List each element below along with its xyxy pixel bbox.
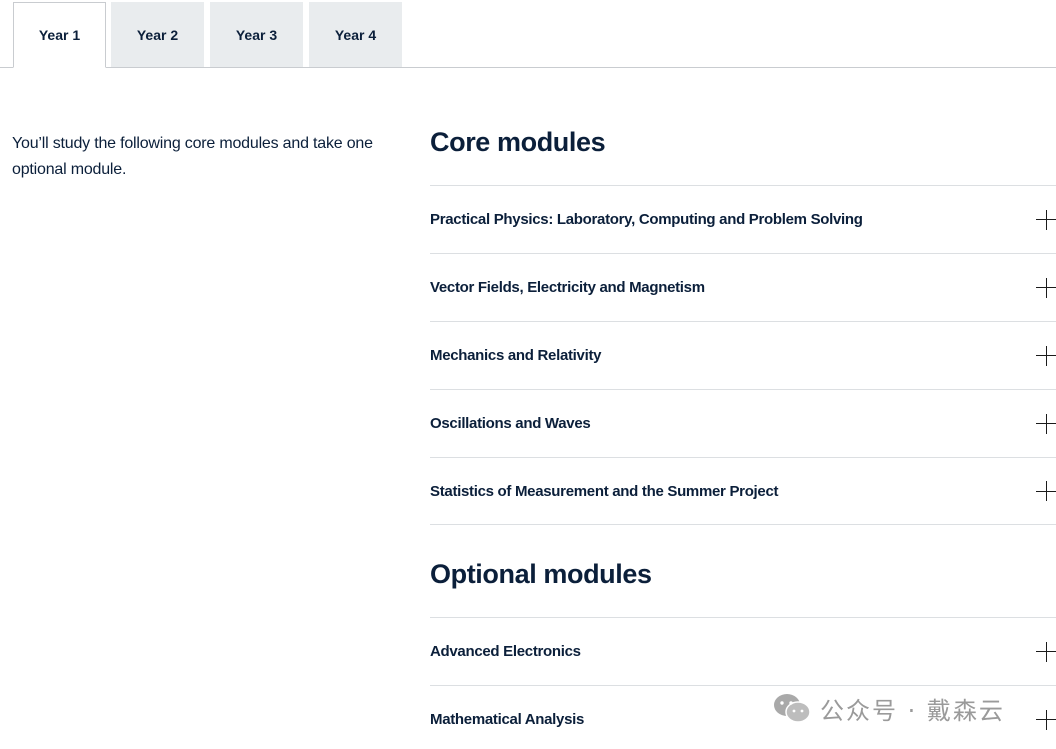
- core-module-item[interactable]: Vector Fields, Electricity and Magnetism: [430, 253, 1056, 321]
- core-module-item[interactable]: Mechanics and Relativity: [430, 321, 1056, 389]
- module-title: Statistics of Measurement and the Summer…: [430, 482, 779, 500]
- tab-year-4[interactable]: Year 4: [309, 2, 402, 67]
- module-title: Mathematical Analysis: [430, 711, 585, 728]
- plus-icon[interactable]: [1036, 277, 1056, 298]
- year-tabs: Year 1 Year 2 Year 3 Year 4: [0, 0, 1056, 68]
- module-title: Oscillations and Waves: [430, 415, 591, 432]
- core-module-item[interactable]: Practical Physics: Laboratory, Computing…: [430, 185, 1056, 253]
- plus-icon[interactable]: [1036, 709, 1056, 730]
- core-module-item[interactable]: Oscillations and Waves: [430, 389, 1056, 457]
- optional-module-item[interactable]: Advanced Electronics: [430, 617, 1056, 685]
- module-title: Mechanics and Relativity: [430, 347, 602, 364]
- tab-year-1[interactable]: Year 1: [13, 2, 106, 68]
- module-title: Vector Fields, Electricity and Magnetism: [430, 279, 705, 296]
- plus-icon[interactable]: [1036, 641, 1056, 662]
- plus-icon[interactable]: [1036, 481, 1056, 501]
- tab-year-2[interactable]: Year 2: [111, 2, 204, 67]
- module-title: Advanced Electronics: [430, 643, 581, 660]
- watermark-text: 公众号 · 戴森云: [820, 696, 1005, 725]
- plus-icon[interactable]: [1036, 209, 1056, 230]
- core-modules-accordion: Practical Physics: Laboratory, Computing…: [430, 185, 1056, 525]
- module-title: Practical Physics: Laboratory, Computing…: [430, 211, 863, 228]
- core-module-item[interactable]: Statistics of Measurement and the Summer…: [430, 457, 1056, 525]
- tab-year-3[interactable]: Year 3: [210, 2, 303, 67]
- optional-modules-accordion: Advanced Electronics Mathematical Analys…: [430, 617, 1056, 749]
- intro-text: You’ll study the following core modules …: [12, 135, 373, 178]
- tab-divider: [0, 67, 1056, 68]
- core-modules-heading: Core modules: [430, 127, 606, 157]
- watermark: 公众号 · 戴森云: [772, 692, 1005, 725]
- optional-modules-heading: Optional modules: [430, 559, 652, 589]
- wechat-icon: [774, 694, 811, 723]
- plus-icon[interactable]: [1036, 345, 1056, 366]
- plus-icon[interactable]: [1036, 413, 1056, 434]
